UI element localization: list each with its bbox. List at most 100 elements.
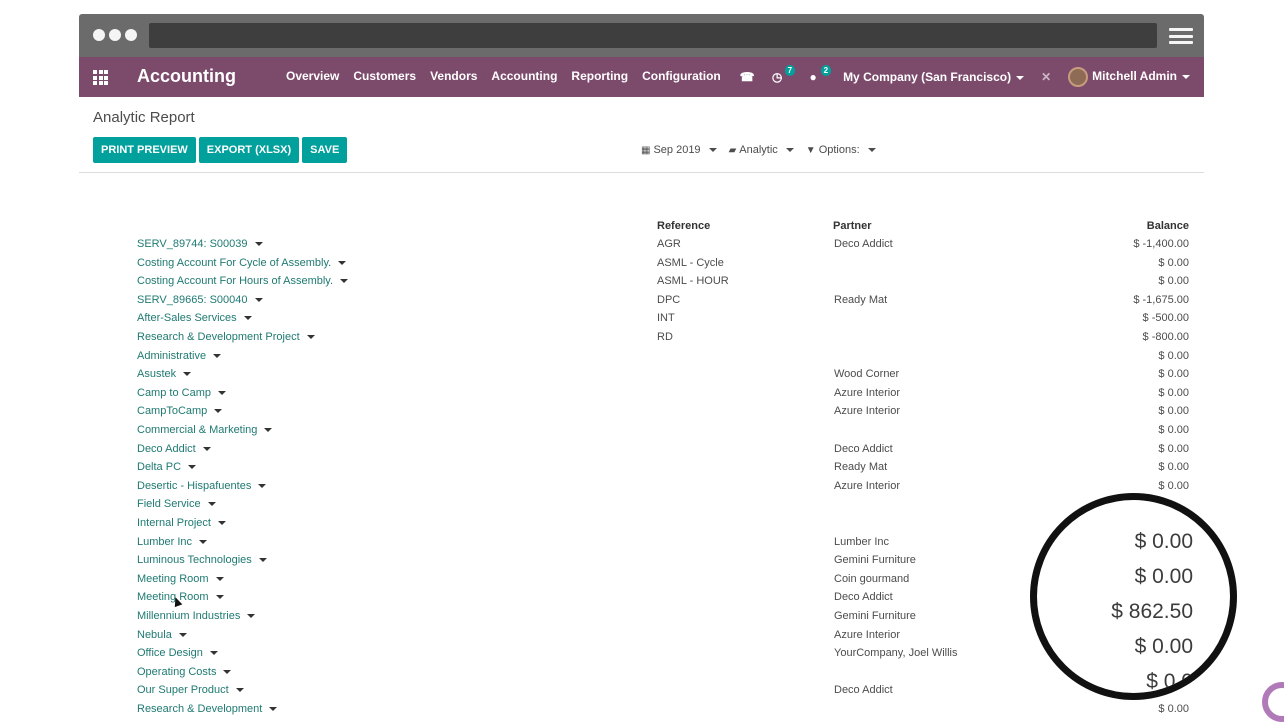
analytic-account-link[interactable]: SERV_89744: S00039 [137, 238, 263, 250]
analytic-account-link[interactable]: Operating Costs [137, 666, 232, 678]
chevron-down-icon[interactable] [269, 707, 278, 712]
chevron-down-icon[interactable] [223, 669, 232, 674]
column-header-reference: Reference [657, 220, 711, 232]
window-dots[interactable] [93, 29, 137, 41]
analytic-account-link[interactable]: Luminous Technologies [137, 554, 267, 566]
analytic-account-link[interactable]: Asustek [137, 368, 192, 380]
analytic-account-link[interactable]: Field Service [137, 498, 216, 510]
analytic-account-link[interactable]: Research & Development [137, 703, 278, 715]
reference-cell: INT [657, 312, 675, 325]
analytic-account-link[interactable]: Lumber Inc [137, 536, 208, 548]
balance-cell: $ -800.00 [1142, 331, 1189, 343]
analytic-account-name: Office Design [137, 647, 203, 660]
save-button[interactable]: SAVE [302, 137, 348, 163]
chevron-down-icon [867, 148, 876, 152]
menu-configuration[interactable]: Configuration [642, 69, 721, 83]
main-menu: Overview Customers Vendors Accounting Re… [286, 69, 735, 83]
analytic-account-link[interactable]: Research & Development Project [137, 331, 315, 343]
analytic-account-link[interactable]: Costing Account For Cycle of Assembly. [137, 256, 347, 269]
user-name: Mitchell Admin [1092, 69, 1177, 84]
chevron-down-icon[interactable] [247, 614, 256, 619]
analytic-account-link[interactable]: Our Super Product [137, 684, 244, 696]
analytic-account-link[interactable]: After-Sales Services [137, 312, 252, 324]
chevron-down-icon[interactable] [338, 260, 347, 265]
chevron-down-icon[interactable] [264, 428, 273, 433]
chevron-down-icon[interactable] [243, 316, 252, 321]
chevron-down-icon [1182, 75, 1190, 79]
address-bar[interactable] [149, 23, 1157, 48]
analytic-account-link[interactable]: Deco Addict [137, 443, 211, 455]
chevron-down-icon[interactable] [258, 558, 267, 563]
chevron-down-icon [708, 148, 717, 152]
chevron-down-icon[interactable] [209, 651, 218, 656]
analytic-account-name: Commercial & Marketing [137, 424, 258, 436]
chevron-down-icon[interactable] [340, 279, 349, 284]
analytic-filter[interactable]: ▰ Analytic [729, 144, 794, 156]
menu-vendors[interactable]: Vendors [430, 69, 477, 83]
analytic-account-link[interactable]: Internal Project [137, 517, 226, 529]
chevron-down-icon[interactable] [217, 521, 226, 526]
menu-accounting[interactable]: Accounting [491, 69, 557, 83]
balance-cell: $ 0.00 [1158, 386, 1189, 399]
chevron-down-icon[interactable] [215, 595, 224, 600]
balance-cell: $ 0.00 [1158, 368, 1189, 381]
chevron-down-icon[interactable] [254, 242, 263, 247]
user-menu[interactable]: Mitchell Admin [1068, 67, 1190, 87]
partner-cell: Azure Interior [834, 405, 901, 418]
export-xlsx-button[interactable]: EXPORT (XLSX) [198, 137, 300, 163]
table-row: Deco Addict Deco Addict $ 0.00 [0, 443, 1284, 462]
chevron-down-icon[interactable] [188, 465, 197, 470]
menu-reporting[interactable]: Reporting [571, 69, 628, 83]
phone-icon[interactable]: ☎ [739, 69, 755, 85]
table-row: SERV_89665: S00040 DPC Ready Mat $ -1,675.0… [0, 294, 1284, 313]
print-preview-button[interactable]: PRINT PREVIEW [93, 137, 196, 163]
analytic-account-name: Costing Account For Cycle of Assembly. [137, 256, 332, 269]
chevron-down-icon [785, 148, 794, 152]
analytic-account-link[interactable]: Delta PC [137, 461, 197, 473]
analytic-account-link[interactable]: Desertic - Hispafuentes [137, 480, 267, 492]
analytic-account-link[interactable]: CampToCamp [137, 405, 223, 417]
activity-clock-icon[interactable]: ◷ 7 [769, 65, 796, 85]
hamburger-menu-icon[interactable] [1169, 28, 1193, 44]
analytic-account-name: Meeting Room [137, 572, 209, 585]
messages-chat-icon[interactable]: ● 2 [805, 65, 832, 85]
chevron-down-icon[interactable] [235, 688, 244, 693]
analytic-account-link[interactable]: Camp to Camp [137, 387, 226, 399]
analytic-account-link[interactable]: SERV_89665: S00040 [137, 294, 263, 306]
apps-grid-icon[interactable] [93, 70, 108, 85]
chevron-down-icon [1016, 75, 1025, 80]
partner-cell: Ready Mat [834, 293, 888, 306]
chevron-down-icon[interactable] [213, 353, 222, 358]
chevron-down-icon[interactable] [306, 335, 315, 340]
balance-cell: $ 0.00 [1158, 424, 1189, 436]
analytic-account-link[interactable]: Office Design [137, 647, 218, 659]
table-row: CampToCamp Azure Interior $ 0.00 [0, 405, 1284, 424]
chevron-down-icon[interactable] [202, 446, 211, 451]
table-row: SERV_89744: S00039 AGR Deco Addict $ -1,400… [0, 238, 1284, 257]
chevron-down-icon[interactable] [199, 539, 208, 544]
date-filter[interactable]: ▦ Sep 2019 [641, 144, 717, 156]
analytic-account-link[interactable]: Costing Account For Hours of Assembly. [137, 275, 349, 287]
app-title[interactable]: Accounting [137, 66, 236, 87]
chevron-down-icon[interactable] [215, 576, 224, 581]
chevron-down-icon[interactable] [207, 502, 216, 507]
menu-overview[interactable]: Overview [286, 69, 339, 83]
balance-cell: $ 0.00 [1158, 256, 1189, 269]
chevron-down-icon[interactable] [183, 372, 192, 377]
options-filter-label: Options: [818, 144, 860, 156]
company-switcher[interactable]: My Company (San Francisco) [843, 70, 1025, 84]
chevron-down-icon[interactable] [214, 409, 223, 414]
analytic-account-link[interactable]: Administrative [137, 350, 222, 362]
chevron-down-icon[interactable] [254, 297, 263, 302]
balance-cell: $ 0.00 [1158, 461, 1189, 474]
chevron-down-icon[interactable] [178, 632, 187, 637]
analytic-account-link[interactable]: Meeting Room [137, 573, 224, 585]
options-filter[interactable]: ▼ Options: [806, 144, 876, 156]
menu-customers[interactable]: Customers [353, 69, 416, 83]
chevron-down-icon[interactable] [258, 483, 267, 488]
analytic-account-link[interactable]: Millennium Industries [137, 610, 256, 622]
chevron-down-icon[interactable] [217, 390, 226, 395]
analytic-account-link[interactable]: Commercial & Marketing [137, 424, 273, 436]
debug-tools-icon[interactable]: ✕ [1038, 69, 1054, 85]
analytic-account-link[interactable]: Nebula [137, 629, 187, 641]
